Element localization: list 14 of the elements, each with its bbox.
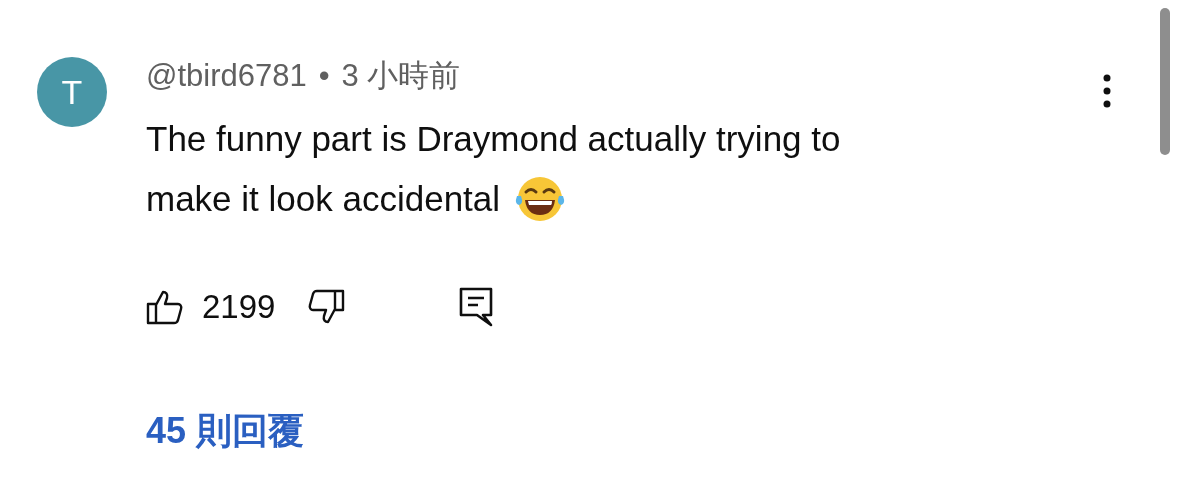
laughing-emoji-icon [514, 174, 567, 224]
scrollbar[interactable] [1160, 8, 1170, 155]
avatar[interactable]: T [37, 57, 107, 127]
comment-text: make it look accidental [146, 178, 501, 220]
thumbs-down-icon[interactable] [307, 289, 346, 325]
replies-link[interactable]: 45 則回覆 [146, 407, 305, 456]
comment-text: The funny part is Draymond actually trying to [146, 118, 841, 160]
like-count: 2199 [202, 288, 276, 326]
username[interactable]: @tbird6781 [146, 58, 307, 94]
thumbs-up-icon[interactable] [146, 289, 184, 325]
more-options-icon[interactable] [1103, 74, 1111, 108]
timestamp: 3 小時前 [341, 57, 461, 95]
separator-dot: • [318, 58, 330, 94]
comment-icon[interactable] [459, 287, 494, 327]
